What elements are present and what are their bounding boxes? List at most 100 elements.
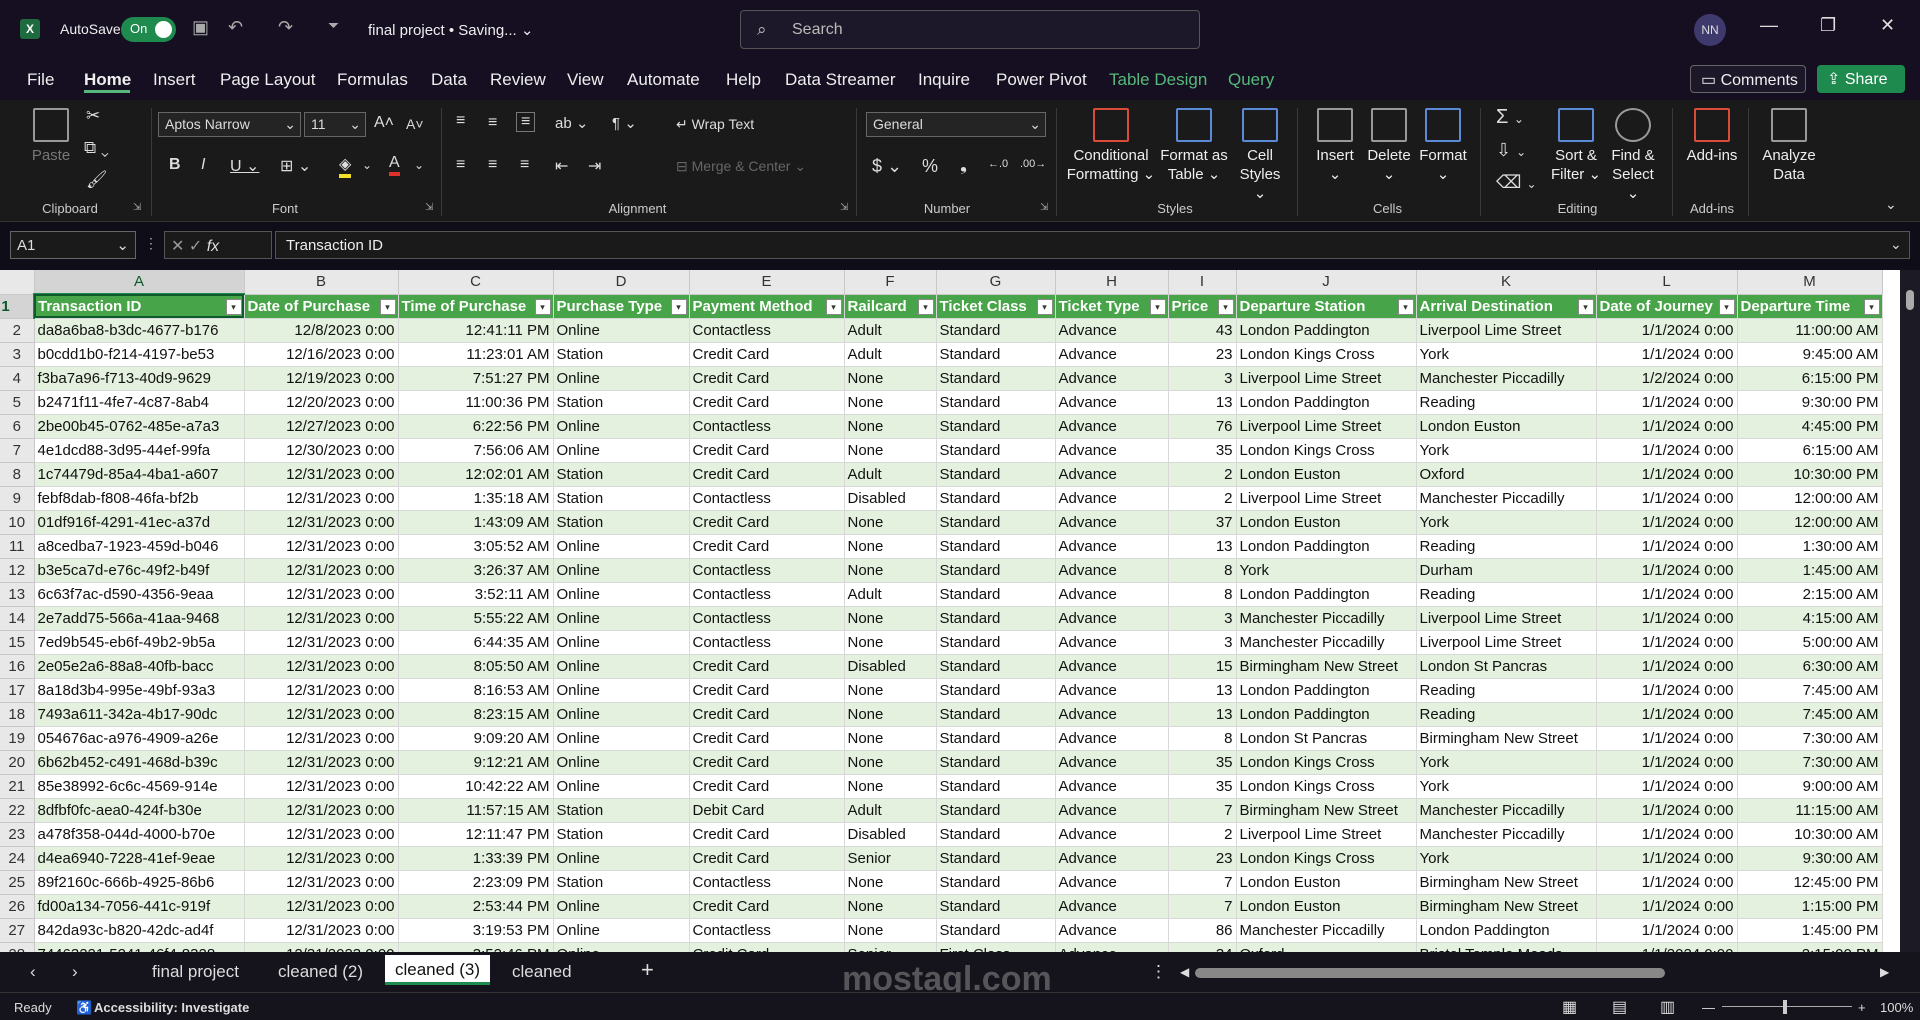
table-cell[interactable]: 3:52:11 AM xyxy=(398,582,554,607)
table-cell[interactable]: Online xyxy=(553,558,690,583)
table-cell[interactable]: Advance xyxy=(1055,486,1169,511)
cell-styles-button[interactable]: Cell Styles ⌄ xyxy=(1232,108,1288,203)
row-header[interactable]: 14 xyxy=(0,606,35,631)
table-cell[interactable]: 1/1/2024 0:00 xyxy=(1596,870,1738,895)
table-cell[interactable]: Contactless xyxy=(689,318,845,343)
filter-dropdown-icon[interactable]: ▾ xyxy=(534,298,551,315)
table-cell[interactable]: 2e7add75-566a-41aa-9468 xyxy=(34,606,245,631)
header-cell[interactable]: Payment Method ▾ xyxy=(689,294,845,319)
table-cell[interactable]: 3 xyxy=(1168,606,1237,631)
table-cell[interactable]: 12/19/2023 0:00 xyxy=(244,366,399,391)
table-cell[interactable]: London Paddington xyxy=(1236,318,1417,343)
save-icon[interactable]: ▣ xyxy=(192,17,209,38)
minimize-icon[interactable]: — xyxy=(1760,15,1778,36)
zoom-level[interactable]: 100% xyxy=(1880,1000,1913,1015)
table-cell[interactable]: Disabled xyxy=(844,486,937,511)
scroll-left-icon[interactable]: ◀ xyxy=(1180,965,1189,979)
table-cell[interactable]: Birmingham New Street xyxy=(1416,894,1597,919)
autosave-toggle[interactable]: On xyxy=(121,17,176,42)
table-cell[interactable]: 6:30:00 AM xyxy=(1737,654,1883,679)
alignment-launcher-icon[interactable]: ⇲ xyxy=(840,202,848,213)
row-header[interactable]: 24 xyxy=(0,846,35,871)
table-cell[interactable]: London Kings Cross xyxy=(1236,846,1417,871)
row-header[interactable]: 11 xyxy=(0,534,35,559)
row-header[interactable]: 12 xyxy=(0,558,35,583)
table-cell[interactable]: Credit Card xyxy=(689,678,845,703)
table-cell[interactable]: 35 xyxy=(1168,438,1237,463)
find-select-button[interactable]: Find & Select ⌄ xyxy=(1604,108,1662,203)
sheet-tab-cleaned-3[interactable]: cleaned (3) xyxy=(385,955,491,985)
percent-icon[interactable]: % xyxy=(922,156,938,177)
table-cell[interactable]: Birmingham New Street xyxy=(1416,870,1597,895)
table-cell[interactable]: London Paddington xyxy=(1236,678,1417,703)
table-cell[interactable]: 85e38992-6c6c-4569-914e xyxy=(34,774,245,799)
table-cell[interactable]: Senior xyxy=(844,846,937,871)
table-cell[interactable]: Online xyxy=(553,654,690,679)
table-cell[interactable]: 842da93c-b820-42dc-ad4f xyxy=(34,918,245,943)
table-cell[interactable]: London Kings Cross xyxy=(1236,774,1417,799)
table-cell[interactable]: Liverpool Lime Street xyxy=(1236,366,1417,391)
table-cell[interactable]: Manchester Piccadilly xyxy=(1416,798,1597,823)
table-cell[interactable]: York xyxy=(1416,846,1597,871)
table-cell[interactable]: 12/30/2023 0:00 xyxy=(244,438,399,463)
table-cell[interactable]: 13 xyxy=(1168,678,1237,703)
align-middle-icon[interactable]: ≡ xyxy=(488,114,497,132)
row-header[interactable]: 3 xyxy=(0,342,35,367)
header-cell[interactable]: Ticket Class ▾ xyxy=(936,294,1056,319)
table-cell[interactable]: Advance xyxy=(1055,846,1169,871)
table-cell[interactable]: Standard xyxy=(936,822,1056,847)
table-cell[interactable]: 1/1/2024 0:00 xyxy=(1596,630,1738,655)
table-cell[interactable]: 1:30:00 AM xyxy=(1737,534,1883,559)
column-header[interactable]: I xyxy=(1168,270,1237,295)
table-cell[interactable]: London Paddington xyxy=(1236,582,1417,607)
table-cell[interactable]: Credit Card xyxy=(689,894,845,919)
row-header[interactable]: 6 xyxy=(0,414,35,439)
table-cell[interactable]: 6:44:35 AM xyxy=(398,630,554,655)
table-cell[interactable]: None xyxy=(844,438,937,463)
table-cell[interactable]: Standard xyxy=(936,414,1056,439)
table-cell[interactable]: Credit Card xyxy=(689,726,845,751)
table-cell[interactable]: Standard xyxy=(936,534,1056,559)
table-cell[interactable]: London Paddington xyxy=(1236,534,1417,559)
table-cell[interactable]: Standard xyxy=(936,774,1056,799)
header-cell[interactable]: Date of Purchase ▾ xyxy=(244,294,399,319)
table-cell[interactable]: Reading xyxy=(1416,582,1597,607)
accessibility-status[interactable]: Accessibility: Investigate xyxy=(94,1000,249,1015)
table-cell[interactable]: Credit Card xyxy=(689,942,845,952)
table-cell[interactable]: Standard xyxy=(936,918,1056,943)
table-cell[interactable]: Online xyxy=(553,678,690,703)
table-cell[interactable]: 12/31/2023 0:00 xyxy=(244,678,399,703)
table-cell[interactable]: 4:15:00 AM xyxy=(1737,606,1883,631)
table-cell[interactable]: Standard xyxy=(936,798,1056,823)
table-cell[interactable]: 12/31/2023 0:00 xyxy=(244,558,399,583)
table-cell[interactable]: Online xyxy=(553,894,690,919)
table-cell[interactable]: None xyxy=(844,366,937,391)
column-header[interactable]: F xyxy=(844,270,937,295)
table-cell[interactable]: Standard xyxy=(936,750,1056,775)
table-cell[interactable]: 4:45:00 PM xyxy=(1737,414,1883,439)
table-cell[interactable]: Station xyxy=(553,822,690,847)
table-cell[interactable]: Standard xyxy=(936,630,1056,655)
table-cell[interactable]: b3e5ca7d-e76c-49f2-b49f xyxy=(34,558,245,583)
table-cell[interactable]: 12/31/2023 0:00 xyxy=(244,702,399,727)
table-cell[interactable]: Adult xyxy=(844,798,937,823)
font-color-icon[interactable]: A xyxy=(389,154,400,176)
table-cell[interactable]: 12:02:01 AM xyxy=(398,462,554,487)
table-cell[interactable]: 8 xyxy=(1168,726,1237,751)
column-header[interactable]: M xyxy=(1737,270,1883,295)
table-cell[interactable]: Advance xyxy=(1055,414,1169,439)
table-cell[interactable]: 2:23:09 PM xyxy=(398,870,554,895)
header-cell[interactable]: Arrival Destination ▾ xyxy=(1416,294,1597,319)
table-cell[interactable]: Contactless xyxy=(689,558,845,583)
sheet-tab-cleaned-2[interactable]: cleaned (2) xyxy=(278,962,363,982)
decrease-indent-icon[interactable]: ⇤ xyxy=(555,156,568,176)
table-cell[interactable]: Durham xyxy=(1416,558,1597,583)
table-cell[interactable]: Liverpool Lime Street xyxy=(1236,486,1417,511)
table-cell[interactable]: 12/31/2023 0:00 xyxy=(244,942,399,952)
clipboard-launcher-icon[interactable]: ⇲ xyxy=(133,202,141,213)
table-cell[interactable]: f3ba7a96-f713-40d9-9629 xyxy=(34,366,245,391)
table-cell[interactable]: Standard xyxy=(936,606,1056,631)
number-launcher-icon[interactable]: ⇲ xyxy=(1040,202,1048,213)
table-cell[interactable]: Standard xyxy=(936,702,1056,727)
column-header[interactable]: D xyxy=(553,270,690,295)
